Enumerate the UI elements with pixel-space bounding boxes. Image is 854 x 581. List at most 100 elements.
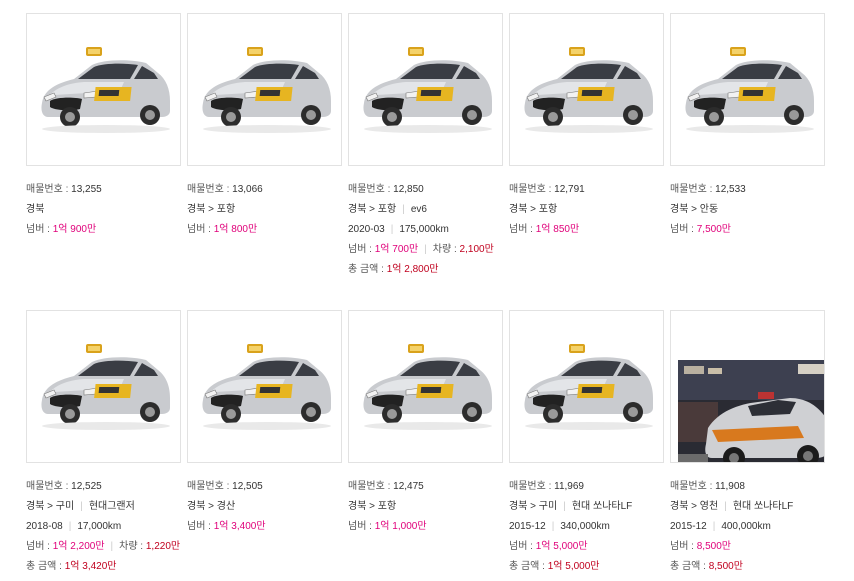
number-price: 1억 900만	[52, 224, 97, 235]
listing-number-line: 매물번호 : 12,791	[509, 180, 664, 200]
listing-number-line: 매물번호 : 11,908	[670, 477, 825, 497]
listing-card[interactable]: 매물번호 : 12,525 경북 > 구미 | 현대그랜저 2018-08 | 17,000…	[26, 310, 181, 577]
separator: |	[551, 521, 555, 532]
number-price-label: 넘버 :	[187, 521, 214, 532]
total-price-label: 총 금액 :	[348, 264, 387, 275]
listing-region: 경북 > 포항	[509, 204, 558, 215]
listing-region: 경북 > 영천	[670, 501, 719, 512]
listing-price-line: 넘버 : 1억 5,000만	[509, 537, 664, 557]
listing-number: 12,525	[71, 481, 102, 492]
listing-card[interactable]: 매물번호 : 12,505 경북 > 경산넘버 : 1억 3,400만	[187, 310, 342, 537]
number-price: 1억 3,400만	[213, 521, 266, 532]
listing-price-line: 넘버 : 8,500만	[670, 537, 825, 557]
listing-number: 12,475	[393, 481, 424, 492]
listing-info: 매물번호 : 12,850 경북 > 포항 | ev6 2020-03 | 175,000k…	[348, 180, 503, 280]
total-price-label: 총 금액 :	[26, 561, 65, 572]
listing-thumbnail[interactable]	[26, 13, 181, 166]
listing-card[interactable]: 매물번호 : 12,791 경북 > 포항 넘버 : 1억 850만	[509, 13, 664, 240]
listing-region-line: 경북 > 구미 | 현대그랜저	[26, 497, 181, 517]
number-price: 7,500만	[696, 224, 731, 235]
listing-thumbnail[interactable]	[187, 13, 342, 166]
number-price-label: 넘버 :	[670, 224, 697, 235]
listing-card[interactable]: 매물번호 : 13,255 경북 넘버 : 1억 900만	[26, 13, 181, 240]
taxi-car-icon	[685, 47, 814, 133]
listing-price-line: 넘버 : 1억 3,400만	[187, 517, 342, 537]
listing-number-line: 매물번호 : 12,533	[670, 180, 825, 200]
listing-number: 12,505	[232, 481, 263, 492]
listing-card[interactable]: 매물번호 : 11,969 경북 > 구미 | 현대 쏘나타LF 2015-12 | 340…	[509, 310, 664, 577]
listing-number-label: 매물번호 :	[187, 481, 233, 492]
listing-card[interactable]: 매물번호 : 11,908 경북 > 영천 | 현대 쏘나타LF 2015-12 | 400…	[670, 310, 825, 577]
separator: |	[563, 501, 566, 512]
listing-region-line: 경북 > 영천 | 현대 쏘나타LF	[670, 497, 825, 517]
listing-price-line: 넘버 : 1억 900만	[26, 220, 181, 240]
listing-card[interactable]: 매물번호 : 12,475 경북 > 포항 넘버 : 1억 1,000만	[348, 310, 503, 537]
listing-info: 매물번호 : 12,533 경북 > 안동넘버 : 7,500만	[670, 180, 825, 240]
listing-region-line: 경북 > 포항	[348, 497, 503, 517]
listing-info: 매물번호 : 11,908 경북 > 영천 | 현대 쏘나타LF 2015-12 | 400…	[670, 477, 825, 577]
number-price-label: 넘버 :	[509, 224, 536, 235]
listing-number-label: 매물번호 :	[509, 481, 555, 492]
number-price: 8,500만	[696, 541, 731, 552]
listing-info: 매물번호 : 12,475 경북 > 포항 넘버 : 1억 1,000만	[348, 477, 503, 537]
number-price-label: 넘버 :	[348, 244, 375, 255]
listing-region: 경북 > 안동	[670, 204, 719, 215]
car-price-label: 차량 :	[119, 541, 146, 552]
taxi-car-icon	[363, 47, 492, 133]
listing-card[interactable]: 매물번호 : 12,850 경북 > 포항 | ev6 2020-03 | 175,000k…	[348, 13, 503, 280]
listing-number-line: 매물번호 : 12,475	[348, 477, 503, 497]
total-price: 1억 5,000만	[547, 561, 600, 572]
listing-info: 매물번호 : 12,791 경북 > 포항 넘버 : 1억 850만	[509, 180, 664, 240]
separator: |	[424, 244, 427, 255]
listing-thumbnail[interactable]	[187, 310, 342, 463]
listing-year: 2020-03	[348, 224, 385, 235]
number-price: 1억 5,000만	[535, 541, 588, 552]
listing-number-label: 매물번호 :	[509, 184, 555, 195]
total-price: 1억 3,420만	[64, 561, 117, 572]
taxi-car-icon	[202, 344, 331, 430]
listing-info: 매물번호 : 11,969 경북 > 구미 | 현대 쏘나타LF 2015-12 | 340…	[509, 477, 664, 577]
listing-number: 13,255	[71, 184, 102, 195]
listing-region-line: 경북 > 경산	[187, 497, 342, 517]
listing-number-label: 매물번호 :	[26, 481, 72, 492]
listing-card[interactable]: 매물번호 : 13,066 경북 > 포항 넘버 : 1억 800만	[187, 13, 342, 240]
number-price: 1억 700만	[374, 244, 419, 255]
total-price: 8,500만	[708, 561, 743, 572]
listing-mileage: 175,000km	[399, 224, 449, 235]
listing-thumbnail[interactable]	[348, 310, 503, 463]
listing-card[interactable]: 매물번호 : 12,533 경북 > 안동넘버 : 7,500만	[670, 13, 825, 240]
listing-thumbnail[interactable]	[509, 310, 664, 463]
listing-number-label: 매물번호 :	[670, 481, 716, 492]
listing-region: 경북 > 포항	[348, 501, 397, 512]
listing-number-label: 매물번호 :	[348, 481, 394, 492]
listing-year-line: 2018-08 | 17,000km	[26, 517, 181, 537]
listing-price-line: 넘버 : 1억 700만 | 차량 : 2,100만	[348, 240, 503, 260]
taxi-car-icon	[524, 47, 653, 133]
listing-thumbnail[interactable]	[509, 13, 664, 166]
listing-thumbnail[interactable]	[26, 310, 181, 463]
listing-number-label: 매물번호 :	[187, 184, 233, 195]
listing-number: 12,533	[715, 184, 746, 195]
listing-thumbnail[interactable]	[670, 310, 825, 463]
listing-region: 경북 > 포항	[348, 204, 397, 215]
listing-year: 2015-12	[670, 521, 707, 532]
total-price-label: 총 금액 :	[670, 561, 709, 572]
listing-mileage: 400,000km	[721, 521, 771, 532]
listing-thumbnail[interactable]	[670, 13, 825, 166]
listing-year: 2015-12	[509, 521, 546, 532]
listing-region-line: 경북 > 포항	[187, 200, 342, 220]
listing-mileage: 17,000km	[77, 521, 122, 532]
listing-region: 경북	[26, 204, 45, 215]
listing-year-line: 2015-12 | 340,000km	[509, 517, 664, 537]
listing-number-line: 매물번호 : 13,066	[187, 180, 342, 200]
listing-region-line: 경북 > 구미 | 현대 쏘나타LF	[509, 497, 664, 517]
car-price-label: 차량 :	[432, 244, 460, 255]
taxi-car-icon	[41, 344, 170, 430]
listing-model: 현대 쏘나타LF	[732, 501, 794, 512]
listing-region: 경북 > 경산	[187, 501, 236, 512]
listing-region-line: 경북 > 포항 | ev6	[348, 200, 503, 220]
number-price-label: 넘버 :	[26, 541, 53, 552]
listing-price-line: 넘버 : 1억 800만	[187, 220, 342, 240]
listing-thumbnail[interactable]	[348, 13, 503, 166]
number-price-label: 넘버 :	[348, 521, 375, 532]
